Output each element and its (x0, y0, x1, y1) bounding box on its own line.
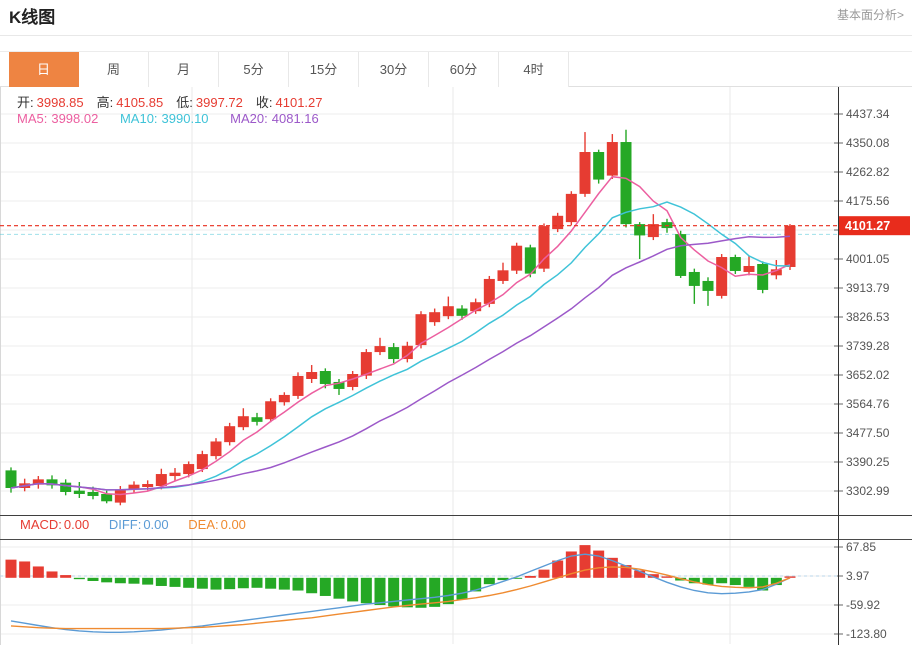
svg-text:4437.34: 4437.34 (846, 107, 890, 121)
tab-周[interactable]: 周 (79, 52, 149, 87)
gridlines (0, 87, 838, 644)
svg-text:-59.92: -59.92 (846, 598, 880, 612)
tab-4时[interactable]: 4时 (499, 52, 569, 87)
svg-text:4350.08: 4350.08 (846, 136, 890, 150)
tab-日[interactable]: 日 (9, 52, 79, 87)
ma20-line (11, 236, 790, 490)
svg-text:67.85: 67.85 (846, 540, 876, 554)
candles (6, 130, 796, 506)
svg-text:4101.27: 4101.27 (845, 219, 890, 233)
tab-60分[interactable]: 60分 (429, 52, 499, 87)
fundamental-analysis-link[interactable]: 基本面分析> (837, 0, 904, 30)
frame (0, 87, 912, 645)
svg-text:3.97: 3.97 (846, 569, 870, 583)
header: K线图 基本面分析> (0, 0, 912, 36)
svg-text:4175.56: 4175.56 (846, 194, 890, 208)
svg-text:4001.05: 4001.05 (846, 252, 890, 266)
tab-月[interactable]: 月 (149, 52, 219, 87)
svg-text:3477.50: 3477.50 (846, 426, 890, 440)
svg-text:3739.28: 3739.28 (846, 339, 890, 353)
tab-5分[interactable]: 5分 (219, 52, 289, 87)
svg-text:3302.99: 3302.99 (846, 484, 890, 498)
svg-text:3564.76: 3564.76 (846, 397, 890, 411)
ma5-line (11, 177, 790, 495)
tab-30分[interactable]: 30分 (359, 52, 429, 87)
y-axis: 4437.344350.084262.824175.564088.304001.… (834, 107, 890, 641)
chart-area: 4437.344350.084262.824175.564088.304001.… (0, 87, 912, 645)
svg-text:4262.82: 4262.82 (846, 165, 890, 179)
timeframe-tabs: 日周月5分15分30分60分4时 (0, 51, 912, 87)
diff-line (11, 554, 790, 632)
svg-text:3390.25: 3390.25 (846, 455, 890, 469)
svg-text:3652.02: 3652.02 (846, 368, 890, 382)
svg-text:3826.53: 3826.53 (846, 310, 890, 324)
tab-15分[interactable]: 15分 (289, 52, 359, 87)
price-tag: 4101.27 (839, 216, 910, 235)
svg-text:3913.79: 3913.79 (846, 281, 890, 295)
svg-text:-123.80: -123.80 (846, 627, 887, 641)
kline-chart[interactable]: 4437.344350.084262.824175.564088.304001.… (0, 87, 912, 645)
page-title: K线图 (9, 0, 912, 36)
kline-widget: K线图 基本面分析> 日周月5分15分30分60分4时 4437.34 4350.… (0, 0, 912, 646)
